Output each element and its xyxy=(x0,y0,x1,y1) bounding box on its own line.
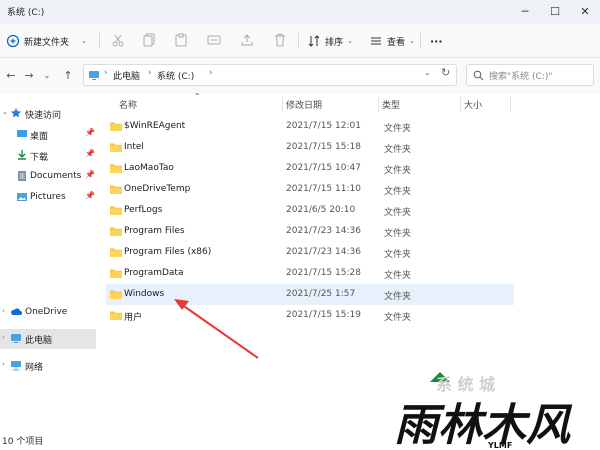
up-arrow-icon[interactable]: ↑ xyxy=(60,68,76,84)
new-folder-icon xyxy=(6,34,20,48)
view-label: 查看 xyxy=(387,37,406,48)
view-button[interactable]: 查看 ⌄ xyxy=(369,32,415,50)
svg-text:雨林木风: 雨林木风 xyxy=(394,400,573,450)
rename-icon[interactable] xyxy=(206,32,222,48)
sidebar-item-network[interactable]: › 网络 xyxy=(0,356,96,376)
minimize-button[interactable]: ─ xyxy=(510,0,540,24)
view-icon xyxy=(371,37,381,45)
pin-icon: 📌 xyxy=(85,191,95,200)
title-bar: 系统 (C:) ─ ☐ ✕ xyxy=(0,0,600,24)
sidebar-item-desktop[interactable]: 桌面 📌 xyxy=(0,125,96,145)
search-icon xyxy=(473,70,484,81)
sidebar-item-label: Pictures xyxy=(30,192,66,202)
svg-text:YLMF: YLMF xyxy=(487,441,512,450)
sidebar-item-onedrive[interactable]: › OneDrive xyxy=(0,303,96,323)
sort-label: 排序 xyxy=(325,37,344,48)
refresh-icon[interactable]: ↻ xyxy=(441,66,450,79)
new-folder-label: 新建文件夹 xyxy=(24,37,70,48)
svg-text:系 统 城: 系 统 城 xyxy=(436,375,495,394)
ylmf-logo-icon: 系 统 城 雨林木风 YLMF xyxy=(394,372,573,450)
forward-arrow-icon[interactable]: → xyxy=(21,68,37,84)
chevron-down-icon: ⌄ xyxy=(2,108,8,116)
sidebar-item-label: Documents xyxy=(30,171,82,181)
sidebar-item-label: 下载 xyxy=(30,153,49,163)
recent-chevron-icon[interactable]: ⌄ xyxy=(39,68,55,84)
sort-icon xyxy=(308,35,320,47)
back-arrow-icon[interactable]: ← xyxy=(3,68,19,84)
sidebar-item-this-pc[interactable]: › 此电脑 xyxy=(0,329,96,349)
sidebar-item-label: 桌面 xyxy=(30,132,49,142)
sidebar-item-quick-access[interactable]: ⌄ 快速访问 xyxy=(0,104,96,124)
picture-icon xyxy=(17,193,27,201)
address-dropdown-icon[interactable]: ⌄ xyxy=(424,68,431,77)
chevron-down-icon: ⌄ xyxy=(81,37,87,45)
chevron-down-icon: ⌄ xyxy=(409,37,415,45)
search-box[interactable]: 搜索"系统 (C:)" xyxy=(466,64,594,86)
close-button[interactable]: ✕ xyxy=(570,0,600,24)
window-title: 系统 (C:) xyxy=(7,8,45,18)
sidebar-item-pictures[interactable]: Pictures 📌 xyxy=(0,188,96,208)
item-count: 10 个项目 xyxy=(2,437,44,447)
chevron-right-icon: › xyxy=(2,360,5,368)
cut-icon[interactable] xyxy=(110,32,126,48)
delete-icon[interactable] xyxy=(272,32,288,48)
breadcrumb-separator-icon: › xyxy=(104,68,108,78)
navigation-pane: ⌄ 快速访问 桌面 📌 下载 📌 Documents 📌 Pictures 📌 xyxy=(0,94,96,432)
cloud-icon xyxy=(11,308,22,315)
chevron-right-icon: › xyxy=(2,333,5,341)
network-icon xyxy=(11,361,21,371)
pin-icon: 📌 xyxy=(85,170,95,179)
breadcrumb-this-pc[interactable]: 此电脑 xyxy=(113,69,140,82)
toolbar-divider xyxy=(99,33,100,49)
command-bar: 新建文件夹 ⌄ 排序 ⌄ 查看 ⌄ ··· xyxy=(0,24,600,58)
sidebar-item-label: 网络 xyxy=(25,363,44,373)
computer-icon xyxy=(89,71,99,80)
paste-icon[interactable] xyxy=(173,32,189,48)
search-placeholder: 搜索"系统 (C:)" xyxy=(489,72,553,82)
download-icon xyxy=(18,150,26,160)
pin-icon: 📌 xyxy=(85,149,95,158)
breadcrumb-drive-c[interactable]: 系统 (C:) xyxy=(157,69,194,82)
document-icon xyxy=(18,171,26,181)
navigation-bar: ← → ⌄ ↑ › 此电脑 › 系统 (C:) › ⌄ ↻ 搜索"系统 (C:)… xyxy=(0,58,600,94)
more-options-button[interactable]: ··· xyxy=(430,32,443,50)
copy-icon[interactable] xyxy=(141,32,157,48)
sidebar-item-documents[interactable]: Documents 📌 xyxy=(0,167,96,187)
desktop-icon xyxy=(17,130,27,137)
share-icon[interactable] xyxy=(239,32,255,48)
computer-icon xyxy=(11,334,21,343)
sidebar-item-label: 快速访问 xyxy=(25,111,62,121)
chevron-down-icon: ⌄ xyxy=(347,37,353,45)
sidebar-item-label: OneDrive xyxy=(25,307,68,317)
toolbar-divider xyxy=(298,33,299,49)
sidebar-item-downloads[interactable]: 下载 📌 xyxy=(0,146,96,166)
pin-icon: 📌 xyxy=(85,128,95,137)
chevron-right-icon: › xyxy=(2,307,5,315)
watermark-logo: 系 统 城 雨林木风 YLMF xyxy=(388,370,600,450)
new-folder-button[interactable]: 新建文件夹 ⌄ xyxy=(6,32,87,50)
breadcrumb-separator-icon: › xyxy=(148,68,152,78)
maximize-button[interactable]: ☐ xyxy=(540,0,570,24)
breadcrumb-separator-icon: › xyxy=(209,68,213,78)
address-bar[interactable]: › 此电脑 › 系统 (C:) › ⌄ ↻ xyxy=(83,64,457,86)
toolbar-divider xyxy=(420,33,421,49)
sort-button[interactable]: 排序 ⌄ xyxy=(307,32,353,50)
star-icon xyxy=(11,108,21,118)
sidebar-item-label: 此电脑 xyxy=(25,336,53,346)
